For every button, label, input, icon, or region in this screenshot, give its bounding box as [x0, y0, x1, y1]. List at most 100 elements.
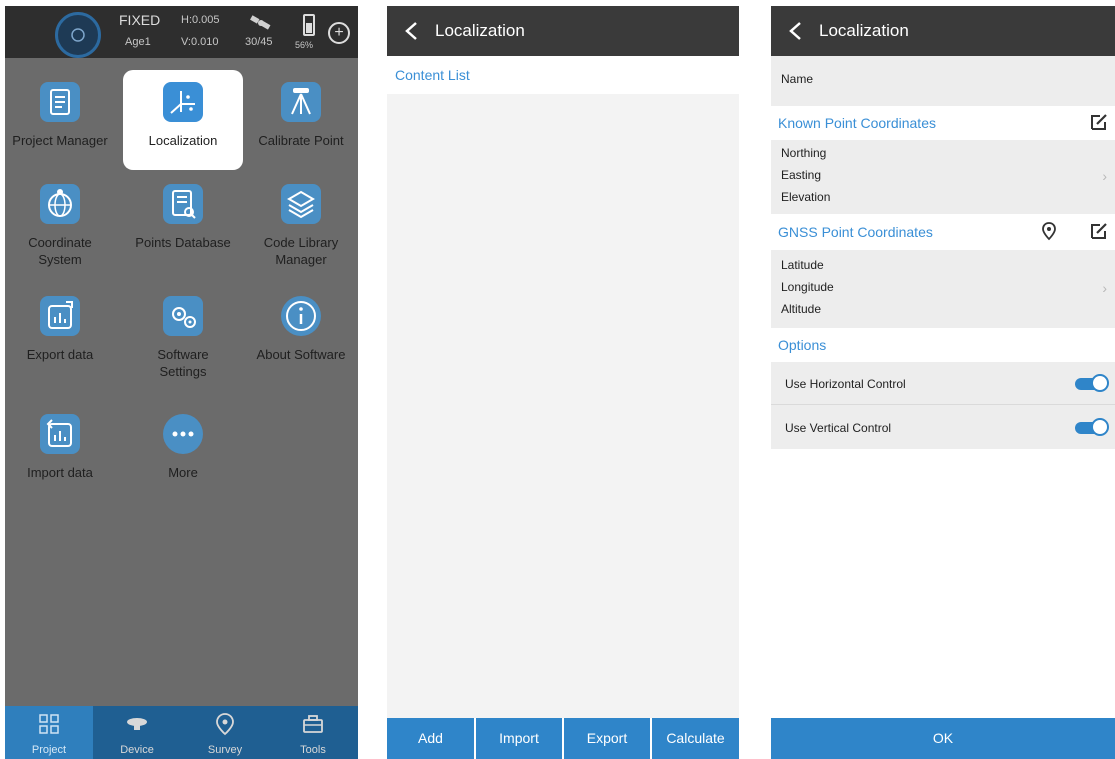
edit-icon[interactable] [1089, 221, 1109, 241]
name-field[interactable]: Name [771, 56, 1115, 106]
menu-label: Software Settings [157, 347, 209, 379]
import-chart-icon [40, 414, 80, 454]
fix-status: FIXED [119, 12, 161, 28]
title-bar: Localization [771, 6, 1115, 56]
location-pin-icon[interactable] [1039, 221, 1059, 241]
database-search-icon [163, 184, 203, 224]
add-icon[interactable]: + [328, 22, 350, 44]
horizontal-control-toggle[interactable] [1075, 374, 1109, 392]
tab-label: Tools [300, 744, 326, 756]
localization-list-screen: Localization Content List Add Import Exp… [387, 6, 739, 759]
bottom-tab-bar: Project Device Survey Tools [5, 706, 358, 759]
globe-icon [40, 184, 80, 224]
menu-localization[interactable]: Localization [123, 70, 243, 170]
menu-about-software[interactable]: About Software [241, 284, 358, 384]
vertical-control-toggle[interactable] [1075, 418, 1109, 436]
tab-label: Device [120, 744, 154, 756]
menu-more[interactable]: More [123, 402, 243, 502]
content-list-header: Content List [387, 56, 739, 94]
menu-coordinate-system[interactable]: Coordinate System [5, 172, 120, 272]
status-bar: FIXED Age1 H:0.005 V:0.010 30/45 56% + [5, 6, 358, 58]
menu-import-data[interactable]: Import data [5, 402, 120, 502]
vertical-control-row: Use Vertical Control [771, 405, 1115, 449]
tab-label: Project [31, 744, 67, 756]
title-bar: Localization [387, 6, 739, 56]
menu-label: Project Manager [12, 133, 108, 148]
edit-icon[interactable] [1089, 112, 1109, 132]
tab-tools[interactable]: Tools [269, 706, 357, 759]
longitude-label: Longitude [781, 280, 834, 294]
gears-icon [163, 296, 203, 336]
tab-survey[interactable]: Survey [181, 706, 269, 759]
menu-label: Localization [148, 133, 218, 148]
clipboard-icon [40, 82, 80, 122]
menu-label: Points Database [135, 235, 231, 250]
project-menu-screen: FIXED Age1 H:0.005 V:0.010 30/45 56% + P… [5, 6, 358, 759]
known-point-title: Known Point Coordinates [778, 115, 936, 131]
menu-export-data[interactable]: Export data [5, 284, 120, 384]
pin-icon [216, 713, 234, 736]
more-icon [163, 414, 203, 454]
known-point-fields[interactable]: Northing Easting Elevation › [771, 140, 1115, 214]
easting-label: Easting [781, 168, 822, 182]
name-label: Name [781, 72, 814, 86]
add-button[interactable]: Add [387, 718, 474, 759]
vertical-control-label: Use Vertical Control [785, 421, 892, 435]
elevation-label: Elevation [781, 190, 831, 204]
options-header: Options [771, 328, 1115, 362]
page-title: Localization [819, 21, 909, 40]
known-point-header: Known Point Coordinates [771, 106, 1115, 140]
options-title: Options [778, 337, 827, 353]
chevron-right-icon: › [1102, 280, 1107, 296]
receiver-icon [127, 718, 147, 730]
menu-label: About Software [256, 347, 346, 362]
content-list-label: Content List [395, 67, 470, 83]
menu-label: Import data [27, 465, 93, 480]
satellite-status-icon[interactable] [55, 12, 101, 58]
back-arrow-icon[interactable] [401, 19, 423, 43]
menu-calibrate-point[interactable]: Calibrate Point [241, 70, 358, 170]
info-icon [281, 296, 321, 336]
page-title: Localization [435, 21, 525, 40]
tab-label: Survey [207, 744, 243, 756]
layers-icon [281, 184, 321, 224]
menu-points-database[interactable]: Points Database [123, 172, 243, 272]
battery-level: 56% [295, 40, 314, 50]
calculate-button[interactable]: Calculate [652, 718, 739, 759]
action-button-bar: Add Import Export Calculate [387, 718, 739, 759]
grid-icon [39, 714, 59, 734]
chevron-right-icon: › [1102, 168, 1107, 184]
h-precision: H:0.005 [181, 14, 220, 26]
tripod-icon [281, 82, 321, 122]
satellite-icon [250, 15, 271, 30]
tab-project[interactable]: Project [5, 706, 93, 759]
axes-icon [163, 82, 203, 122]
toolbox-icon [303, 715, 323, 733]
export-chart-icon [40, 296, 80, 336]
northing-label: Northing [781, 146, 827, 160]
menu-project-manager[interactable]: Project Manager [5, 70, 120, 170]
altitude-label: Altitude [781, 302, 822, 316]
satellite-count: 30/45 [245, 36, 273, 48]
battery-icon [303, 14, 315, 36]
age-value: Age1 [125, 36, 151, 48]
gnss-point-header: GNSS Point Coordinates [771, 214, 1115, 250]
menu-label: Calibrate Point [258, 133, 344, 148]
export-button[interactable]: Export [564, 718, 650, 759]
horizontal-control-label: Use Horizontal Control [785, 377, 906, 391]
v-precision: V:0.010 [181, 36, 219, 48]
menu-label: Coordinate System [28, 235, 92, 267]
tab-device[interactable]: Device [93, 706, 181, 759]
menu-label: Export data [26, 347, 94, 362]
menu-software-settings[interactable]: Software Settings [123, 284, 243, 384]
import-button[interactable]: Import [476, 718, 562, 759]
menu-label: Code Library Manager [263, 235, 339, 267]
menu-code-library-manager[interactable]: Code Library Manager [241, 172, 358, 272]
localization-detail-screen: Localization Name Known Point Coordinate… [771, 6, 1115, 759]
ok-button[interactable]: OK [771, 718, 1115, 759]
back-arrow-icon[interactable] [785, 19, 807, 43]
menu-label: More [168, 465, 198, 480]
gnss-point-fields[interactable]: Latitude Longitude Altitude › [771, 250, 1115, 328]
gnss-point-title: GNSS Point Coordinates [778, 224, 933, 240]
horizontal-control-row: Use Horizontal Control [771, 362, 1115, 405]
